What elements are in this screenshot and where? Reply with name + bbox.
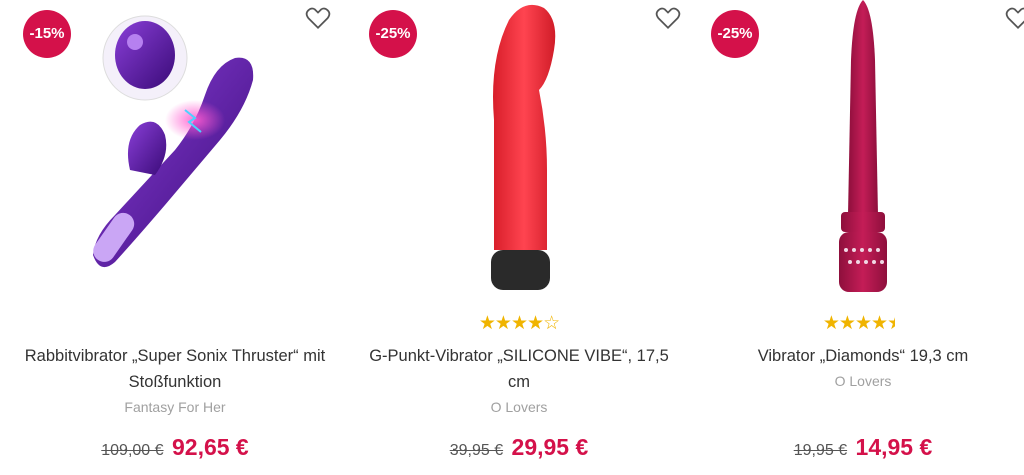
heart-outline-icon[interactable] (1005, 6, 1024, 30)
old-price: 109,00 € (101, 442, 164, 459)
rating-stars: ★★★★★ (693, 313, 1024, 335)
product-grid: -15% Rabbitvibrator „Super Sonix Thruste… (0, 0, 1024, 475)
star-icon: ★ (838, 313, 856, 334)
product-card[interactable]: -15% Rabbitvibrator „Super Sonix Thruste… (5, 0, 345, 475)
product-card[interactable]: -25% ★★★★☆ G-Punkt-Vibrator „SILICONE VI… (349, 0, 689, 475)
price-row: 19,95 € 14,95 € (693, 434, 1024, 461)
star-icon: ★ (854, 313, 872, 334)
product-brand[interactable]: O Lovers (349, 399, 689, 415)
price-row: 109,00 € 92,65 € (5, 434, 345, 461)
star-icon: ★ (494, 313, 512, 334)
product-brand[interactable]: Fantasy For Her (5, 399, 345, 415)
new-price: 29,95 € (511, 434, 589, 460)
old-price: 39,95 € (449, 442, 504, 459)
star-icon: ★ (478, 313, 496, 334)
star-icon: ★ (822, 313, 840, 334)
star-outline-icon: ☆ (543, 313, 560, 334)
star-icon: ★ (871, 313, 888, 334)
product-brand[interactable]: O Lovers (693, 373, 1024, 389)
heart-outline-icon[interactable] (655, 6, 681, 30)
discount-badge: -25% (369, 10, 417, 58)
star-half-icon: ★ (887, 313, 904, 334)
new-price: 14,95 € (855, 434, 933, 460)
product-title[interactable]: Vibrator „Diamonds“ 19,3 cm (703, 343, 1023, 369)
price-row: 39,95 € 29,95 € (349, 434, 689, 461)
heart-outline-icon[interactable] (305, 6, 331, 30)
product-title[interactable]: Rabbitvibrator „Super Sonix Thruster“ mi… (15, 343, 335, 395)
star-icon: ★ (527, 313, 544, 334)
discount-badge: -15% (23, 10, 71, 58)
new-price: 92,65 € (171, 434, 249, 460)
discount-badge: -25% (711, 10, 759, 58)
old-price: 19,95 € (793, 442, 848, 459)
star-icon: ★ (510, 313, 528, 334)
product-title[interactable]: G-Punkt-Vibrator „SILICONE VIBE“, 17,5 c… (359, 343, 679, 395)
product-card[interactable]: -25% ★★★★★ Vibrator „Diamonds“ 19,3 cm O… (693, 0, 1024, 475)
rating-stars: ★★★★☆ (349, 313, 689, 335)
